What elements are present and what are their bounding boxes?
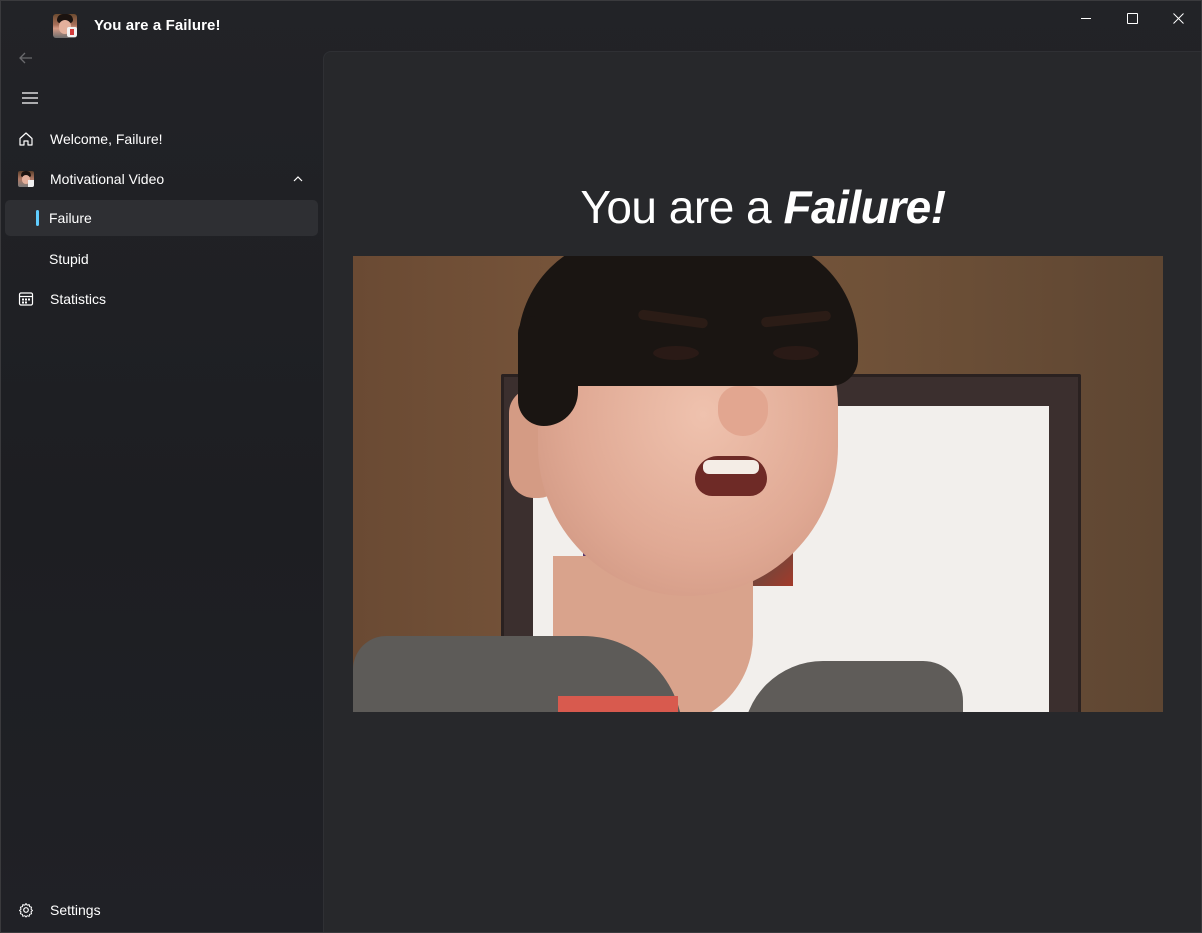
close-icon	[1172, 12, 1184, 24]
nav-item-label: Stupid	[49, 251, 89, 267]
calendar-grid-icon	[17, 290, 35, 308]
app-icon	[53, 14, 77, 38]
nav-item-stupid[interactable]: Stupid	[5, 241, 318, 277]
close-button[interactable]	[1155, 1, 1201, 35]
arrow-left-icon	[19, 52, 32, 64]
hamburger-menu-icon	[22, 92, 38, 104]
app-window: You are a Failure! Welcome, Failure! Mot…	[0, 0, 1202, 933]
video-player[interactable]	[353, 256, 1163, 712]
headline-emphasis: Failure!	[783, 181, 946, 233]
page-headline: You are a Failure!	[324, 180, 1201, 234]
nav-item-label: Motivational Video	[50, 171, 165, 187]
chevron-up-icon[interactable]	[292, 173, 304, 185]
person-mouth	[695, 456, 767, 496]
content-frame: You are a Failure!	[323, 51, 1201, 932]
nav-item-label: Statistics	[50, 291, 107, 307]
headline-prefix: You are a	[580, 181, 784, 233]
nav-item-label: Welcome, Failure!	[50, 131, 163, 147]
window-title: You are a Failure!	[94, 17, 221, 34]
maximize-button[interactable]	[1109, 1, 1155, 35]
home-icon	[17, 130, 35, 148]
menu-toggle-button[interactable]	[13, 85, 47, 111]
app-thumbnail-icon	[17, 170, 35, 188]
nav-item-statistics[interactable]: Statistics	[5, 281, 318, 317]
nav-item-welcome[interactable]: Welcome, Failure!	[5, 121, 318, 157]
nav-item-settings[interactable]: Settings	[5, 892, 318, 928]
maximize-icon	[1126, 12, 1138, 24]
nav-item-motivational-video[interactable]: Motivational Video	[5, 161, 318, 197]
nav-item-label: Failure	[49, 210, 92, 226]
nav-item-label: Settings	[50, 902, 101, 918]
minimize-button[interactable]	[1063, 1, 1109, 35]
back-button[interactable]	[11, 47, 41, 69]
navigation-pane: Welcome, Failure! Motivational Video Fai…	[1, 41, 322, 932]
nav-item-failure[interactable]: Failure	[5, 200, 318, 236]
gear-icon	[17, 901, 35, 919]
minimize-icon	[1081, 17, 1091, 19]
selection-indicator	[36, 210, 39, 226]
